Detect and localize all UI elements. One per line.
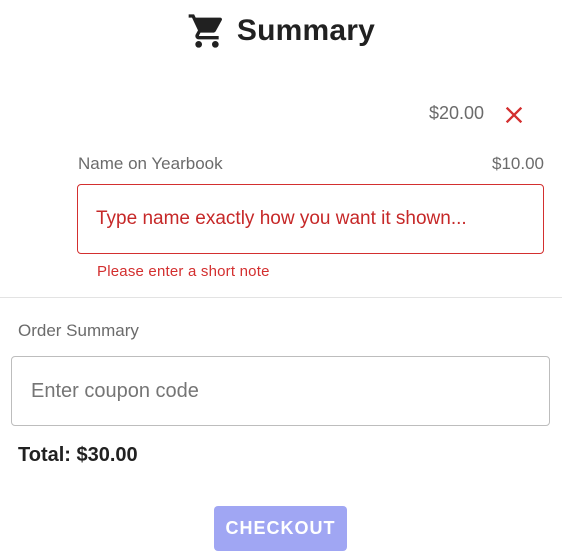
name-on-yearbook-label: Name on Yearbook [78,154,223,173]
shopping-cart-icon [187,11,227,51]
coupon-code-input[interactable] [11,356,550,426]
order-summary-label: Order Summary [18,321,139,340]
checkout-button[interactable]: CHECKOUT [214,506,347,551]
page-title: Summary [236,14,376,47]
order-total: Total: $30.00 [18,444,138,466]
item-price: $20.00 [428,103,484,123]
summary-header: Summary [0,8,562,54]
section-divider [0,297,562,298]
name-on-yearbook-price: $10.00 [492,154,544,173]
name-error-message: Please enter a short note [97,263,270,280]
close-icon [505,106,523,124]
name-on-yearbook-input[interactable] [77,184,544,254]
remove-item-button[interactable] [500,101,528,129]
